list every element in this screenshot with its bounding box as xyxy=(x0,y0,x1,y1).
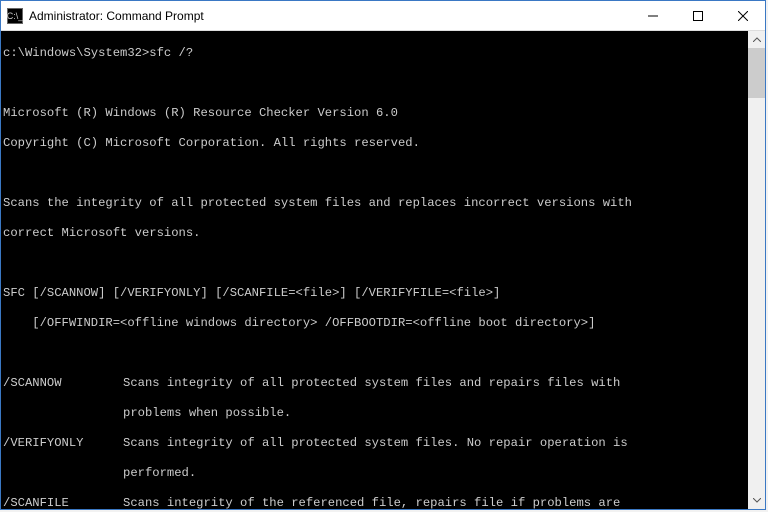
option-desc: Scans integrity of all protected system … xyxy=(123,376,703,391)
output-line xyxy=(3,256,746,271)
minimize-button[interactable] xyxy=(630,1,675,30)
option-flag: /SCANNOW xyxy=(3,376,123,391)
cmd-icon: C:\_ xyxy=(7,8,23,24)
option-row: problems when possible. xyxy=(3,406,746,421)
output-line xyxy=(3,76,746,91)
output-line xyxy=(3,166,746,181)
vertical-scrollbar[interactable] xyxy=(748,31,765,509)
chevron-down-icon xyxy=(753,498,761,503)
prompt: c:\Windows\System32> xyxy=(3,46,149,60)
scroll-up-button[interactable] xyxy=(748,31,765,48)
output-line: Microsoft (R) Windows (R) Resource Check… xyxy=(3,106,746,121)
output-line xyxy=(3,346,746,361)
output-line: SFC [/SCANNOW] [/VERIFYONLY] [/SCANFILE=… xyxy=(3,286,746,301)
command-prompt-window: C:\_ Administrator: Command Prompt c:\Wi… xyxy=(0,0,766,510)
option-row: performed. xyxy=(3,466,746,481)
output-line: correct Microsoft versions. xyxy=(3,226,746,241)
window-title: Administrator: Command Prompt xyxy=(29,9,630,23)
maximize-button[interactable] xyxy=(675,1,720,30)
scroll-down-button[interactable] xyxy=(748,492,765,509)
scrollbar-track[interactable] xyxy=(748,98,765,492)
output-line: Scans the integrity of all protected sys… xyxy=(3,196,746,211)
option-flag: /VERIFYONLY xyxy=(3,436,123,451)
option-desc: Scans integrity of all protected system … xyxy=(123,436,703,451)
option-desc: performed. xyxy=(123,466,703,481)
option-row: /SCANNOWScans integrity of all protected… xyxy=(3,376,746,391)
option-row: /VERIFYONLYScans integrity of all protec… xyxy=(3,436,746,451)
command-text: sfc /? xyxy=(149,46,193,60)
chevron-up-icon xyxy=(753,37,761,42)
option-flag: /SCANFILE xyxy=(3,496,123,509)
output-line: Copyright (C) Microsoft Corporation. All… xyxy=(3,136,746,151)
option-desc: Scans integrity of the referenced file, … xyxy=(123,496,703,509)
scrollbar-thumb[interactable] xyxy=(748,48,765,98)
output-line: [/OFFWINDIR=<offline windows directory> … xyxy=(3,316,746,331)
titlebar[interactable]: C:\_ Administrator: Command Prompt xyxy=(1,1,765,31)
maximize-icon xyxy=(693,11,703,21)
minimize-icon xyxy=(648,11,658,21)
console-area: c:\Windows\System32>sfc /? Microsoft (R)… xyxy=(1,31,765,509)
terminal[interactable]: c:\Windows\System32>sfc /? Microsoft (R)… xyxy=(1,31,748,509)
close-icon xyxy=(738,11,748,21)
option-desc: problems when possible. xyxy=(123,406,703,421)
option-row: /SCANFILEScans integrity of the referenc… xyxy=(3,496,746,509)
close-button[interactable] xyxy=(720,1,765,30)
